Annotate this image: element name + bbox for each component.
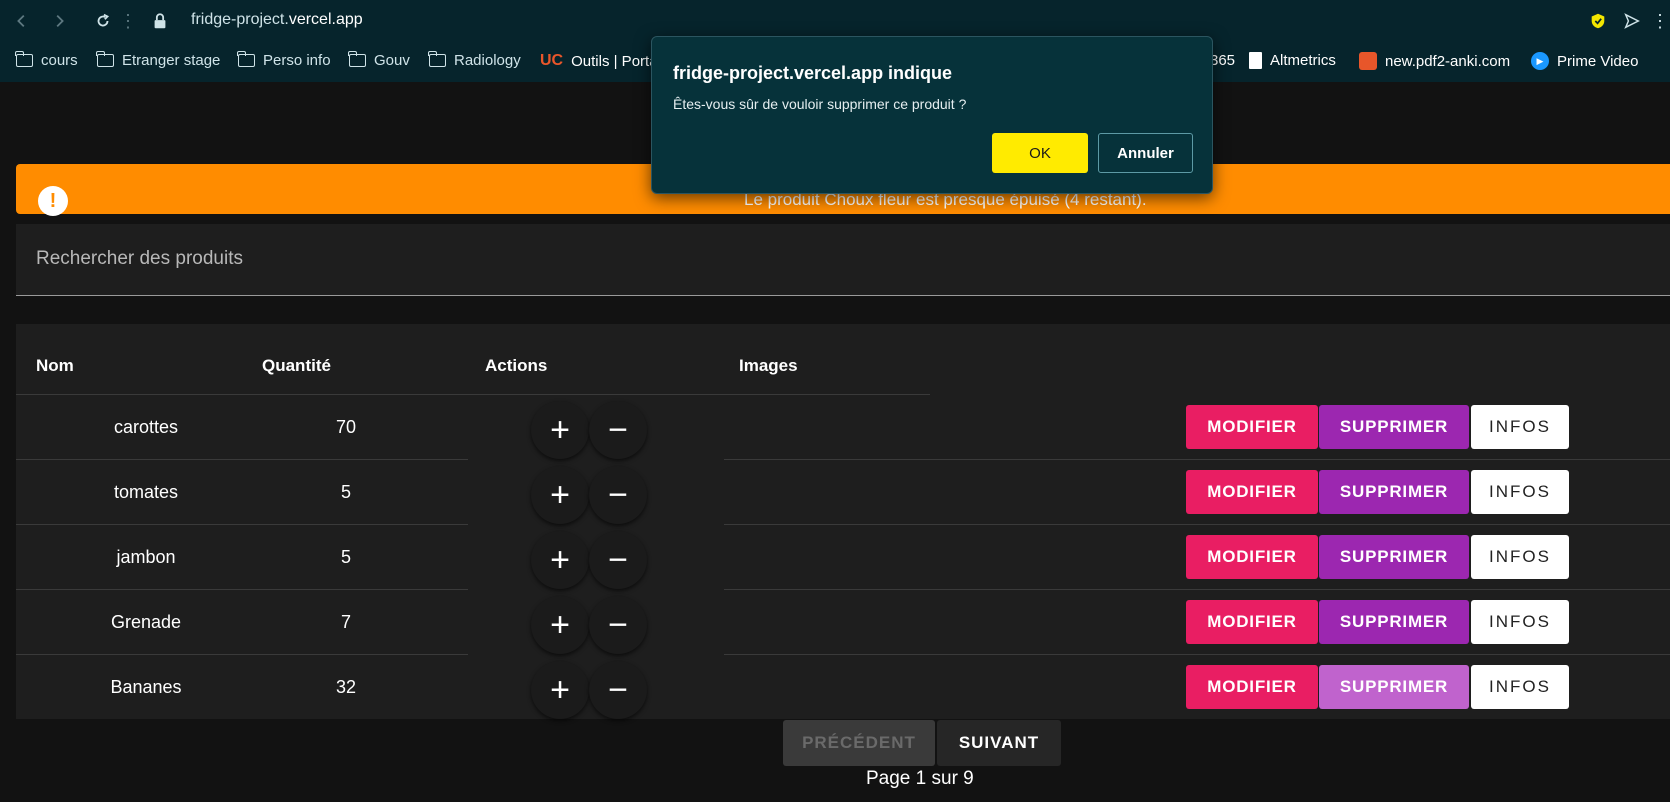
- folder-icon: [96, 51, 114, 67]
- product-quantity: 5: [340, 482, 351, 502]
- header-images: Images: [739, 356, 798, 375]
- dialog-title: fridge-project.vercel.app indique: [673, 63, 953, 83]
- products-table: Nom Quantité Actions Images carottes 70 …: [16, 324, 1670, 719]
- product-quantity: 7: [340, 612, 351, 632]
- bookmark-label: Prime Video: [1557, 52, 1639, 70]
- confirm-dialog: fridge-project.vercel.app indique Êtes-v…: [651, 36, 1213, 194]
- reload-icon[interactable]: [91, 9, 115, 33]
- decrement-button[interactable]: −: [589, 401, 647, 459]
- delete-button[interactable]: SUPPRIMER: [1319, 600, 1469, 644]
- header-actions: Actions: [485, 356, 548, 375]
- info-button[interactable]: INFOS: [1471, 665, 1569, 709]
- folder-icon: [237, 51, 255, 67]
- exclamation-icon: !: [38, 186, 68, 216]
- bookmark-prime-video[interactable]: ▶ Prime Video: [1531, 52, 1638, 70]
- decrement-button[interactable]: −: [589, 661, 647, 719]
- info-button[interactable]: INFOS: [1471, 405, 1569, 449]
- bookmark-label: Outils | Porta: [571, 52, 658, 70]
- increment-button[interactable]: +: [531, 661, 589, 719]
- table-row: carottes 70 + − MODIFIER SUPPRIMER INFOS: [16, 395, 1670, 460]
- increment-button[interactable]: +: [531, 531, 589, 589]
- lock-icon[interactable]: [148, 9, 172, 33]
- search-input[interactable]: [36, 248, 636, 270]
- table-row: Bananes 32 + − MODIFIER SUPPRIMER INFOS: [16, 655, 1670, 720]
- product-name: Grenade: [110, 612, 182, 632]
- product-quantity: 5: [340, 547, 351, 567]
- delete-button[interactable]: SUPPRIMER: [1319, 535, 1469, 579]
- bookmark-label: 365: [1210, 52, 1236, 69]
- product-name: carottes: [113, 417, 179, 437]
- send-icon[interactable]: [1620, 9, 1644, 33]
- bookmark-label: Altmetrics: [1270, 52, 1336, 69]
- product-name: tomates: [113, 482, 179, 502]
- increment-button[interactable]: +: [531, 466, 589, 524]
- menu-dots-icon[interactable]: ⋮: [1648, 9, 1670, 33]
- delete-button[interactable]: SUPPRIMER: [1319, 405, 1469, 449]
- bookmark-label: cours: [41, 52, 78, 69]
- folder-icon: [15, 51, 33, 67]
- bookmark-label: new.pdf2-anki.com: [1385, 52, 1511, 70]
- uc-logo-icon: UC: [540, 52, 564, 69]
- delete-button[interactable]: SUPPRIMER: [1319, 665, 1469, 709]
- next-page-button[interactable]: SUIVANT: [937, 720, 1061, 766]
- table-row: Grenade 7 + − MODIFIER SUPPRIMER INFOS: [16, 590, 1670, 655]
- bookmark-label: Gouv: [374, 52, 410, 69]
- info-button[interactable]: INFOS: [1471, 600, 1569, 644]
- pdf-icon: [1359, 52, 1377, 70]
- table-row: tomates 5 + − MODIFIER SUPPRIMER INFOS: [16, 460, 1670, 525]
- bookmark-outils[interactable]: UC Outils | Porta: [540, 52, 658, 70]
- dialog-ok-button[interactable]: OK: [992, 133, 1088, 173]
- decrement-button[interactable]: −: [589, 466, 647, 524]
- play-icon: ▶: [1531, 52, 1549, 70]
- bookmark-label: Perso info: [263, 52, 331, 69]
- bookmark-perso-info[interactable]: Perso info: [237, 51, 331, 69]
- bookmark-pdf2-anki[interactable]: new.pdf2-anki.com: [1359, 52, 1510, 70]
- document-icon: [1249, 52, 1262, 69]
- bookmark-radiology[interactable]: Radiology: [428, 51, 521, 69]
- address-bar[interactable]: fridge-project.vercel.app: [191, 11, 363, 29]
- delete-button[interactable]: SUPPRIMER: [1319, 470, 1469, 514]
- header-quantity: Quantité: [262, 356, 331, 375]
- bookmark-gouv[interactable]: Gouv: [348, 51, 410, 69]
- more-dots-icon: ⋮: [119, 10, 137, 31]
- search-bar: [16, 224, 1670, 296]
- increment-button[interactable]: +: [531, 596, 589, 654]
- bookmark-altmetrics[interactable]: Altmetrics: [1249, 52, 1336, 69]
- shield-extension-icon[interactable]: [1586, 9, 1610, 33]
- bookmark-label: Radiology: [454, 52, 521, 69]
- modify-button[interactable]: MODIFIER: [1186, 665, 1318, 709]
- dialog-message: Êtes-vous sûr de vouloir supprimer ce pr…: [673, 96, 967, 112]
- folder-icon: [428, 51, 446, 67]
- modify-button[interactable]: MODIFIER: [1186, 470, 1318, 514]
- product-quantity: 32: [335, 677, 357, 697]
- url-host: fridge-project.: [191, 11, 289, 28]
- info-button[interactable]: INFOS: [1471, 535, 1569, 579]
- previous-page-button[interactable]: PRÉCÉDENT: [783, 720, 935, 766]
- increment-button[interactable]: +: [531, 401, 589, 459]
- bookmark-365[interactable]: 365: [1210, 52, 1235, 69]
- bookmark-label: Etranger stage: [122, 52, 221, 69]
- modify-button[interactable]: MODIFIER: [1186, 405, 1318, 449]
- modify-button[interactable]: MODIFIER: [1186, 600, 1318, 644]
- info-button[interactable]: INFOS: [1471, 470, 1569, 514]
- back-icon[interactable]: [10, 9, 34, 33]
- decrement-button[interactable]: −: [589, 531, 647, 589]
- product-quantity: 70: [335, 417, 357, 437]
- bookmark-cours[interactable]: cours: [15, 51, 78, 69]
- page-indicator: Page 1 sur 9: [866, 768, 974, 789]
- folder-icon: [348, 51, 366, 67]
- header-name: Nom: [36, 356, 74, 375]
- forward-icon[interactable]: [47, 9, 71, 33]
- product-name: jambon: [116, 547, 176, 567]
- modify-button[interactable]: MODIFIER: [1186, 535, 1318, 579]
- bookmark-etranger-stage[interactable]: Etranger stage: [96, 51, 221, 69]
- dialog-cancel-button[interactable]: Annuler: [1098, 133, 1193, 173]
- decrement-button[interactable]: −: [589, 596, 647, 654]
- url-domain: vercel.app: [288, 11, 363, 28]
- product-name: Bananes: [110, 677, 182, 697]
- table-row: jambon 5 + − MODIFIER SUPPRIMER INFOS: [16, 525, 1670, 590]
